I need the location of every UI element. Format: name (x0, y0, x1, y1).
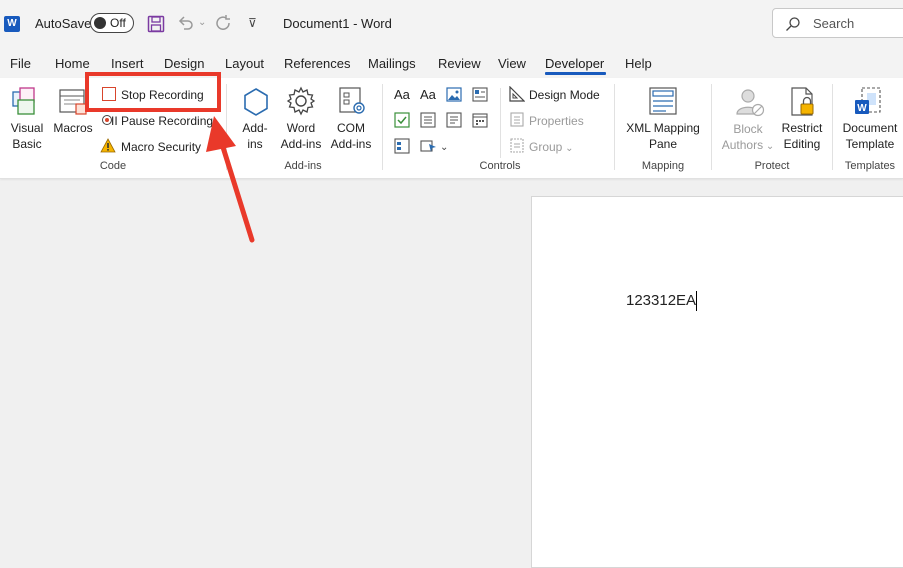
word-app-icon[interactable]: W (4, 16, 20, 32)
rich-text-control-icon[interactable]: Aa (394, 87, 410, 103)
separator (711, 84, 712, 170)
com-add-ins-label-1: COM (337, 121, 365, 135)
word-add-ins-button[interactable]: Word Add-ins (276, 120, 326, 152)
tab-help[interactable]: Help (625, 56, 652, 71)
macros-button[interactable]: Macros (52, 120, 94, 136)
plain-text-control-icon[interactable]: Aa (420, 87, 436, 103)
save-icon[interactable] (147, 15, 165, 33)
document-template-button[interactable]: Document Template (838, 120, 902, 152)
visual-basic-label-1: Visual (10, 121, 44, 135)
customize-toolbar-icon[interactable]: ⊽ (248, 15, 257, 31)
design-mode-button[interactable]: Design Mode (529, 87, 600, 103)
checkbox-control-icon[interactable] (394, 112, 410, 128)
com-add-ins-icon (339, 87, 365, 114)
mapping-group-label: Mapping (641, 160, 685, 172)
visual-basic-button[interactable]: Visual Basic (6, 120, 48, 152)
separator (614, 84, 615, 170)
tab-file[interactable]: File (10, 56, 31, 71)
repeating-section-control-icon[interactable] (394, 138, 410, 154)
restrict-editing-button[interactable]: Restrict Editing (776, 120, 828, 152)
tab-design[interactable]: Design (164, 56, 204, 71)
group-label: Group (529, 140, 563, 154)
undo-icon[interactable] (176, 14, 196, 32)
picture-control-icon[interactable] (446, 87, 462, 102)
tab-mailings[interactable]: Mailings (368, 56, 416, 71)
block-authors-dropdown-icon: ⌄ (763, 141, 775, 152)
separator (832, 84, 833, 170)
xml-mapping-label-2: Pane (648, 137, 678, 151)
tab-references[interactable]: References (284, 56, 350, 71)
tab-layout[interactable]: Layout (225, 56, 264, 71)
tab-view[interactable]: View (498, 56, 526, 71)
macro-security-icon (100, 138, 116, 153)
document-template-icon: W (855, 87, 881, 114)
document-title: Document1 - Word (283, 16, 392, 31)
active-tab-indicator (545, 72, 606, 75)
tab-review[interactable]: Review (438, 56, 481, 71)
combo-box-control-icon[interactable] (420, 112, 436, 128)
properties-button[interactable]: Properties (529, 113, 584, 129)
search-icon (786, 17, 800, 31)
svg-text:W: W (857, 103, 867, 114)
autosave-state: Off (110, 16, 126, 30)
controls-group-label: Controls (479, 160, 521, 172)
undo-dropdown-icon[interactable]: ⌄ (198, 15, 206, 31)
xml-mapping-label-1: XML Mapping (626, 121, 700, 135)
title-bar: W AutoSave Off ⌄ ⊽ Document1 - Word Sear… (0, 0, 903, 48)
annotation-arrow (206, 116, 255, 243)
group-dropdown-icon: ⌄ (562, 143, 574, 154)
group-button[interactable]: Group ⌄ (529, 139, 574, 157)
visual-basic-label-2: Basic (12, 137, 42, 151)
restrict-editing-label-1: Restrict (781, 121, 823, 135)
macro-security-button[interactable]: Macro Security (121, 139, 201, 155)
xml-mapping-icon (649, 87, 677, 115)
document-template-label-1: Document (842, 121, 898, 135)
templates-group-label: Templates (844, 160, 896, 172)
block-authors-label-1: Block (733, 122, 763, 136)
separator (500, 88, 501, 158)
document-text[interactable]: 123312EA (626, 292, 696, 309)
xml-mapping-pane-button[interactable]: XML Mapping Pane (621, 120, 705, 152)
design-mode-icon (509, 86, 525, 102)
com-add-ins-label-2: Add-ins (330, 137, 372, 151)
autosave-label: AutoSave (35, 16, 92, 31)
redo-icon[interactable] (214, 14, 234, 32)
building-block-control-icon[interactable] (472, 87, 488, 102)
word-add-ins-label-1: Word (286, 121, 316, 135)
restrict-editing-label-2: Editing (783, 137, 821, 151)
add-ins-group-label: Add-ins (284, 160, 322, 172)
tab-home[interactable]: Home (55, 56, 90, 71)
search-box[interactable]: Search (772, 8, 903, 38)
separator (382, 84, 383, 170)
dropdown-list-control-icon[interactable] (446, 112, 462, 128)
tab-insert[interactable]: Insert (111, 56, 144, 71)
legacy-tools-dropdown-icon[interactable]: ⌄ (440, 140, 448, 156)
block-authors-icon (736, 89, 765, 117)
search-placeholder: Search (813, 16, 855, 31)
document-template-label-2: Template (845, 137, 895, 151)
toggle-knob (94, 17, 106, 29)
protect-group-label: Protect (754, 160, 790, 172)
com-add-ins-button[interactable]: COM Add-ins (326, 120, 376, 152)
document-page[interactable] (531, 196, 903, 568)
autosave-toggle[interactable]: Off (90, 13, 134, 33)
gear-icon (286, 86, 316, 116)
pause-recording-button[interactable]: II Pause Recording (111, 113, 213, 129)
word-add-ins-label-2: Add-ins (280, 137, 322, 151)
block-authors-button[interactable]: Block Authors ⌄ (720, 121, 776, 155)
visual-basic-icon (12, 87, 35, 115)
code-group-label: Code (99, 160, 127, 172)
properties-icon (510, 112, 524, 127)
block-authors-label-2: Authors ⌄ (721, 138, 775, 152)
tab-developer[interactable]: Developer (545, 56, 604, 71)
text-cursor (696, 291, 697, 311)
date-picker-control-icon[interactable] (472, 112, 488, 128)
restrict-editing-icon (791, 87, 814, 116)
legacy-tools-icon[interactable] (420, 138, 438, 154)
annotation-highlight-box (85, 72, 221, 112)
group-icon (510, 138, 524, 153)
